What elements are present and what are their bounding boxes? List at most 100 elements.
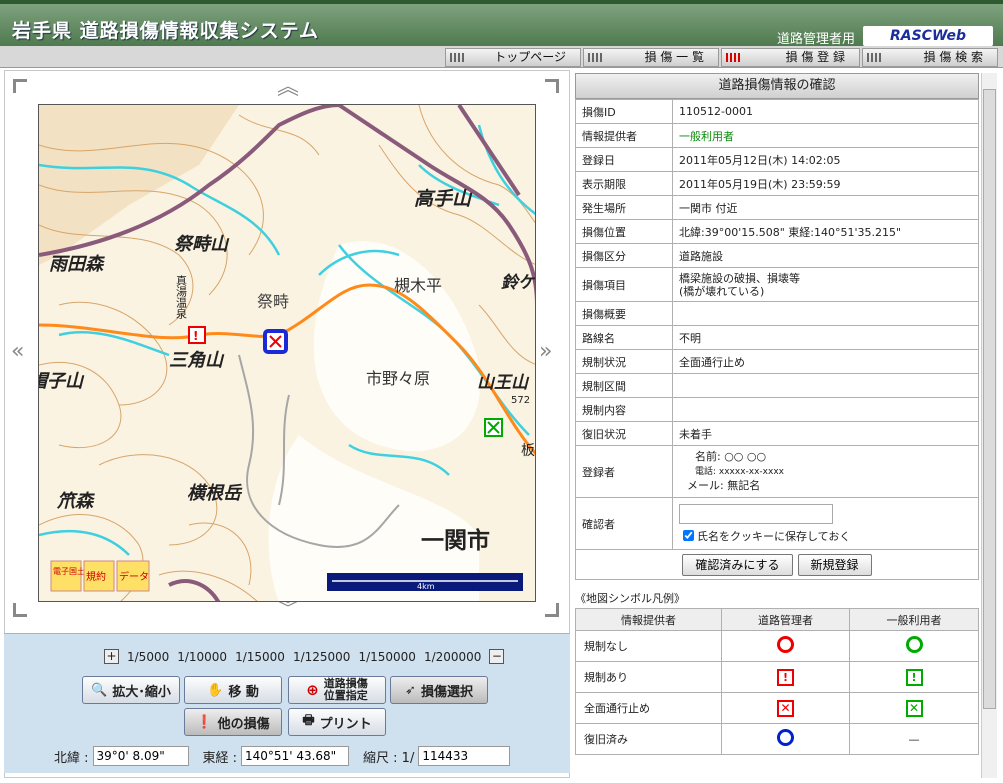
- scale-option[interactable]: 1/15000: [235, 650, 285, 664]
- zoom-in-icon[interactable]: +: [104, 649, 119, 664]
- map-label: 山王山: [477, 373, 530, 393]
- pointer-icon: ➶: [405, 682, 416, 698]
- latitude-field[interactable]: [92, 746, 189, 766]
- table-row: 損傷位置 北緯:39°00'15.508" 東経:140°51'35.215": [575, 219, 979, 244]
- move-button[interactable]: ✋ 移 動: [184, 676, 282, 704]
- table-row: 規制あり ! !: [575, 661, 979, 693]
- scale-field[interactable]: [418, 746, 511, 766]
- cookie-checkbox[interactable]: [683, 530, 694, 541]
- map-label: 帽子山: [39, 371, 85, 392]
- public-closure-marker[interactable]: [484, 418, 503, 437]
- scale-option[interactable]: 1/125000: [293, 650, 351, 664]
- set-position-button[interactable]: ⊕ 道路損傷 位置指定: [288, 676, 386, 704]
- alert-icon: ❗: [196, 714, 213, 730]
- map-label: 高手山: [414, 188, 473, 210]
- zoom-out-icon[interactable]: −: [489, 649, 505, 664]
- nav-damage-search[interactable]: 損 傷 検 索: [862, 48, 998, 67]
- nav-damage-list[interactable]: 損 傷 一 覧: [583, 48, 719, 67]
- grid-icon: [726, 53, 740, 62]
- scrollbar[interactable]: [981, 73, 997, 778]
- crosshair-icon: ⊕: [306, 681, 319, 699]
- blue-circle-icon: [777, 729, 794, 746]
- selected-closure-marker[interactable]: [263, 329, 288, 354]
- longitude-field[interactable]: [241, 746, 350, 766]
- nav-top-page[interactable]: トップページ: [445, 48, 581, 67]
- svg-text:!: !: [193, 329, 198, 343]
- no-symbol-dash: —: [849, 723, 979, 755]
- table-row: 発生場所 一関市 付近: [575, 195, 979, 220]
- map-view[interactable]: 高手山 雨田森 祭畤山 槻木平 鈴ケ 真湯温泉 祭畤 三角山 帽子山 市野々原 …: [38, 104, 536, 602]
- map-label: 市野々原: [366, 369, 430, 388]
- table-row: 規制内容: [575, 397, 979, 422]
- scale-bar-label: 4km: [417, 582, 435, 591]
- pan-south-icon[interactable]: ︾: [277, 599, 299, 621]
- grid-icon: [588, 53, 602, 62]
- map-label: 雨田森: [49, 254, 105, 275]
- map-label: 一関市: [421, 527, 490, 554]
- red-alert-box-icon: !: [777, 668, 794, 686]
- pan-southwest-icon[interactable]: [13, 603, 27, 617]
- map-label: 板: [521, 443, 535, 459]
- map-label: 笊森: [56, 491, 95, 512]
- table-row: 復旧済み —: [575, 723, 979, 755]
- scrollbar-thumb[interactable]: [983, 89, 996, 709]
- grid-icon: [450, 53, 464, 62]
- nav-bar: トップページ 損 傷 一 覧 損 傷 登 録 損 傷 検 索: [0, 46, 1003, 68]
- red-x-box-icon: ✕: [777, 699, 794, 717]
- cyberjapan-badge[interactable]: [50, 560, 82, 592]
- user-role: 道路管理者用: [776, 32, 855, 47]
- table-row: 規制なし: [575, 630, 979, 662]
- table-row: 損傷概要: [575, 301, 979, 326]
- green-x-box-icon: ✕: [905, 699, 923, 717]
- grid-icon: [867, 53, 881, 62]
- rascweb-logo: RASCWeb: [863, 26, 993, 46]
- table-row: 損傷項目 橋梁施設の破損、損壊等 (橋が壊れている): [575, 267, 979, 302]
- map-label: 三角山: [169, 350, 225, 371]
- app-title: 岩手県 道路損傷情報収集システム: [12, 20, 320, 42]
- coordinate-readout: 北緯 : 東経 : 縮尺 : 1/: [54, 746, 511, 766]
- red-circle-icon: [777, 636, 794, 653]
- damage-info-table: 損傷ID 110512-0001 情報提供者 一般利用者 登録日 2011年05月12…: [575, 99, 979, 550]
- scale-option[interactable]: 1/10000: [177, 650, 227, 664]
- badge-label: 電子国土: [53, 566, 85, 576]
- pan-northeast-icon[interactable]: [545, 79, 559, 93]
- scale-selector: + 1/5000 1/10000 1/15000 1/125000 1/1500…: [104, 649, 505, 664]
- badge-label: 規約: [86, 570, 106, 583]
- nav-damage-register[interactable]: 損 傷 登 録: [721, 48, 860, 67]
- confirmer-name-input[interactable]: [679, 503, 833, 524]
- map-label: 真湯温泉: [175, 274, 188, 319]
- map-label: 祭畤山: [174, 234, 230, 255]
- damage-info-panel: 道路損傷情報の確認 損傷ID 110512-0001 情報提供者 一般利用者 登録日…: [575, 73, 979, 755]
- topographic-map[interactable]: 高手山 雨田森 祭畤山 槻木平 鈴ケ 真湯温泉 祭畤 三角山 帽子山 市野々原 …: [39, 105, 536, 602]
- table-row: 規制状況 全面通行止め: [575, 349, 979, 374]
- legend-title: 《地図シンボル凡例》: [575, 592, 685, 605]
- scale-option[interactable]: 1/150000: [358, 650, 416, 664]
- table-row: 表示期限 2011年05月19日(木) 23:59:59: [575, 171, 979, 196]
- pan-north-icon[interactable]: ︽: [277, 77, 299, 99]
- table-row: 登録者 名前: ○○ ○○ 電話: xxxxx-xx-xxxx メール: 無記名: [575, 445, 979, 498]
- confirm-button[interactable]: 確認済みにする: [682, 553, 793, 576]
- scale-option[interactable]: 1/5000: [127, 650, 169, 664]
- pan-east-icon[interactable]: »: [539, 341, 552, 363]
- map-label: 槻木平: [394, 276, 442, 295]
- scale-option[interactable]: 1/200000: [424, 650, 482, 664]
- print-button[interactable]: 🖶 プリント: [288, 708, 386, 736]
- pan-west-icon[interactable]: «: [11, 341, 24, 363]
- badge-label: データ: [119, 570, 149, 583]
- map-label: 祭畤: [257, 292, 289, 311]
- new-register-button[interactable]: 新規登録: [797, 553, 872, 576]
- table-row: 登録日 2011年05月12日(木) 14:02:05: [575, 147, 979, 172]
- info-title: 道路損傷情報の確認: [575, 73, 979, 99]
- green-circle-icon: [905, 636, 923, 653]
- other-damage-button[interactable]: ❗ 他の損傷: [184, 708, 282, 736]
- pan-southeast-icon[interactable]: [545, 603, 559, 617]
- printer-icon: 🖶: [302, 713, 315, 728]
- pan-northwest-icon[interactable]: [13, 79, 27, 93]
- map-label: 横根岳: [187, 483, 243, 504]
- manager-restricted-marker[interactable]: !: [188, 326, 206, 344]
- select-damage-button[interactable]: ➶ 損傷選択: [390, 676, 488, 704]
- map-label: 572: [511, 395, 530, 406]
- zoom-button[interactable]: 🔍 拡大･縮小: [82, 676, 180, 704]
- table-row: 損傷ID 110512-0001: [575, 99, 979, 124]
- table-row: 路線名 不明: [575, 325, 979, 350]
